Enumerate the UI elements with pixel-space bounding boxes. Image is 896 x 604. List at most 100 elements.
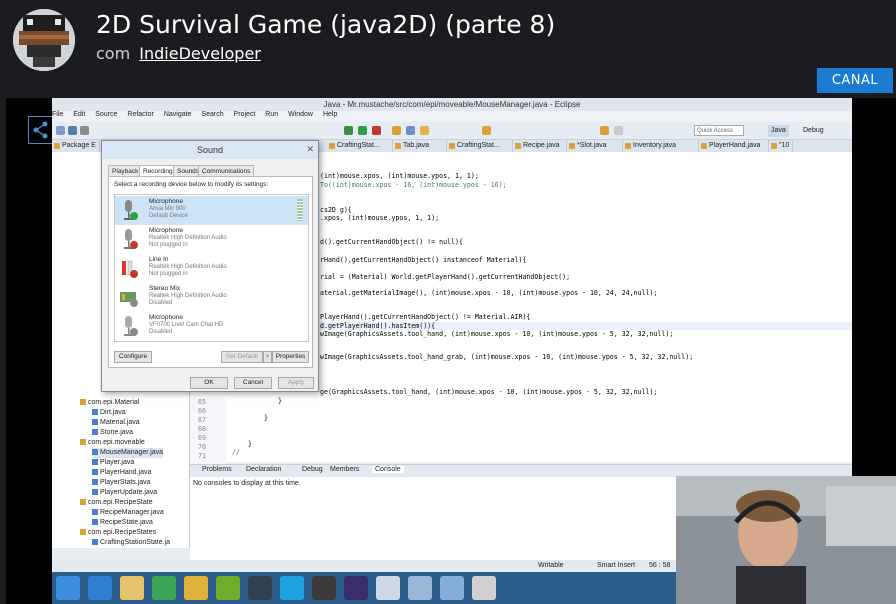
menu-search[interactable]: Search (201, 111, 223, 118)
code-line: cs2D g){ (320, 206, 352, 214)
console-tab[interactable]: Console (372, 466, 404, 473)
eclipse-icon[interactable] (344, 576, 368, 600)
set-default-dropdown[interactable]: ▾ (263, 351, 272, 363)
next-annotation-icon[interactable] (482, 126, 491, 135)
internet-explorer-icon[interactable] (88, 576, 112, 600)
tree-file[interactable]: RecipeManager.java (92, 508, 164, 518)
app-icon[interactable] (376, 576, 400, 600)
status-position: 56 : 58 (649, 562, 671, 569)
steam-icon[interactable] (248, 576, 272, 600)
debug-perspective-button[interactable]: Debug (800, 125, 827, 137)
declaration-tab[interactable]: Declaration (246, 466, 281, 473)
tree-file[interactable]: MouseManager.java (92, 448, 164, 458)
menu-source[interactable]: Source (95, 111, 117, 118)
menu-run[interactable]: Run (265, 111, 278, 118)
external-tools-icon[interactable] (372, 126, 381, 135)
file-explorer-icon[interactable] (120, 576, 144, 600)
menu-file[interactable]: File (52, 111, 63, 118)
line-number: 69 (198, 434, 206, 442)
chrome-icon[interactable] (184, 576, 208, 600)
tree-package[interactable]: com.epi.moveable (80, 438, 145, 448)
tree-file[interactable]: PlayerStats.java (92, 478, 151, 488)
list-item[interactable]: Stereo Mix Realtek High Definition Audio… (115, 283, 308, 312)
windows-start-icon[interactable] (56, 576, 80, 600)
open-type-icon[interactable] (406, 126, 415, 135)
tree-file[interactable]: Dirt.java (92, 408, 126, 418)
share-icon[interactable] (28, 116, 53, 144)
ok-button[interactable]: OK (190, 377, 228, 389)
code-line: .xpos, (int)mouse.ypos, 1, 1); (320, 214, 440, 222)
tab-playback[interactable]: Playback (108, 165, 143, 176)
menu-project[interactable]: Project (234, 111, 256, 118)
editor-tab[interactable]: Tab.java (393, 140, 447, 152)
menu-help[interactable]: Help (323, 111, 337, 118)
tree-package[interactable]: com.epi.RecipeState (80, 498, 153, 508)
tree-file[interactable]: Stone.java (92, 428, 133, 438)
menu-navigate[interactable]: Navigate (164, 111, 192, 118)
forward-icon[interactable] (614, 126, 623, 135)
set-default-button[interactable]: Set Default (221, 351, 263, 363)
skype-icon[interactable] (280, 576, 304, 600)
quick-access-input[interactable]: Quick Access (694, 125, 744, 136)
save-icon[interactable] (68, 126, 77, 135)
app-icon[interactable] (472, 576, 496, 600)
debug-tab[interactable]: Debug (302, 466, 323, 473)
sound-dialog-tabs: Playback Recording Sounds Communications (108, 165, 308, 177)
line-number: 67 (198, 416, 206, 424)
search-icon[interactable] (420, 126, 429, 135)
cancel-button[interactable]: Cancel (234, 377, 272, 389)
more-tabs[interactable]: "10 (769, 140, 793, 152)
run-icon[interactable] (358, 126, 367, 135)
editor-tab[interactable]: CraftingStat... (327, 140, 393, 152)
video-player[interactable]: Java - Mr.mustache/src/com/epi/moveable/… (6, 98, 896, 604)
eclipse-window-title: Java - Mr.mustache/src/com/epi/moveable/… (52, 98, 852, 111)
menu-window[interactable]: Window (288, 111, 313, 118)
java-perspective-button[interactable]: Java (768, 125, 789, 137)
editor-tab[interactable]: PlayerHand.java (699, 140, 769, 152)
code-line: } (264, 414, 268, 422)
print-icon[interactable] (80, 126, 89, 135)
list-item[interactable]: Microphone Realtek High Definition Audio… (115, 225, 308, 254)
new-icon[interactable] (56, 126, 65, 135)
tree-file[interactable]: RecipeState.java (92, 518, 153, 528)
tab-communications[interactable]: Communications (198, 165, 255, 176)
members-tab[interactable]: Members (330, 466, 359, 473)
editor-tab[interactable]: Recipe.java (513, 140, 567, 152)
tree-package[interactable]: com.epi.RecipeStates (80, 528, 156, 538)
tree-file[interactable]: Material.java (92, 418, 140, 428)
menu-refactor[interactable]: Refactor (127, 111, 153, 118)
editor-tab[interactable]: CraftingStat... (447, 140, 513, 152)
editor-tab[interactable]: Inventory.java (623, 140, 699, 152)
close-icon[interactable]: ✕ (306, 144, 314, 155)
new-java-project-icon[interactable] (392, 126, 401, 135)
menu-edit[interactable]: Edit (73, 111, 85, 118)
debug-icon[interactable] (344, 126, 353, 135)
list-item[interactable]: Microphone VF0700 Live! Cam Chat HD Disa… (115, 312, 308, 341)
back-icon[interactable] (600, 126, 609, 135)
list-item[interactable]: Line In Realtek High Definition Audio No… (115, 254, 308, 283)
webcam-overlay (676, 476, 896, 604)
status-insert: Smart Insert (597, 562, 636, 569)
list-item[interactable]: Microphone Anua Mic 900 Default Device (115, 196, 308, 225)
webcam-mic-icon (119, 315, 139, 337)
status-writable: Writable (538, 562, 564, 569)
app-icon[interactable] (408, 576, 432, 600)
apply-button[interactable]: Apply (278, 377, 314, 389)
channel-avatar[interactable] (13, 9, 75, 71)
store-icon[interactable] (152, 576, 176, 600)
configure-button[interactable]: Configure (114, 351, 152, 363)
tree-file[interactable]: CraftingStationState.ja (92, 538, 170, 548)
tree-file[interactable]: PlayerUpdate.java (92, 488, 157, 498)
app-icon[interactable] (440, 576, 464, 600)
channel-button[interactable]: CANAL (817, 68, 893, 93)
obs-icon[interactable] (312, 576, 336, 600)
channel-link[interactable]: IndieDeveloper (139, 44, 261, 63)
properties-button[interactable]: Properties (272, 351, 309, 363)
tree-file[interactable]: Player.java (92, 458, 134, 468)
package-explorer-tab[interactable]: Package E (52, 140, 100, 152)
tree-file[interactable]: PlayerHand.java (92, 468, 151, 478)
tree-package[interactable]: com.epi.Material (80, 398, 139, 408)
problems-tab[interactable]: Problems (202, 466, 232, 473)
editor-tab[interactable]: *Slot.java (567, 140, 623, 152)
nvidia-icon[interactable] (216, 576, 240, 600)
